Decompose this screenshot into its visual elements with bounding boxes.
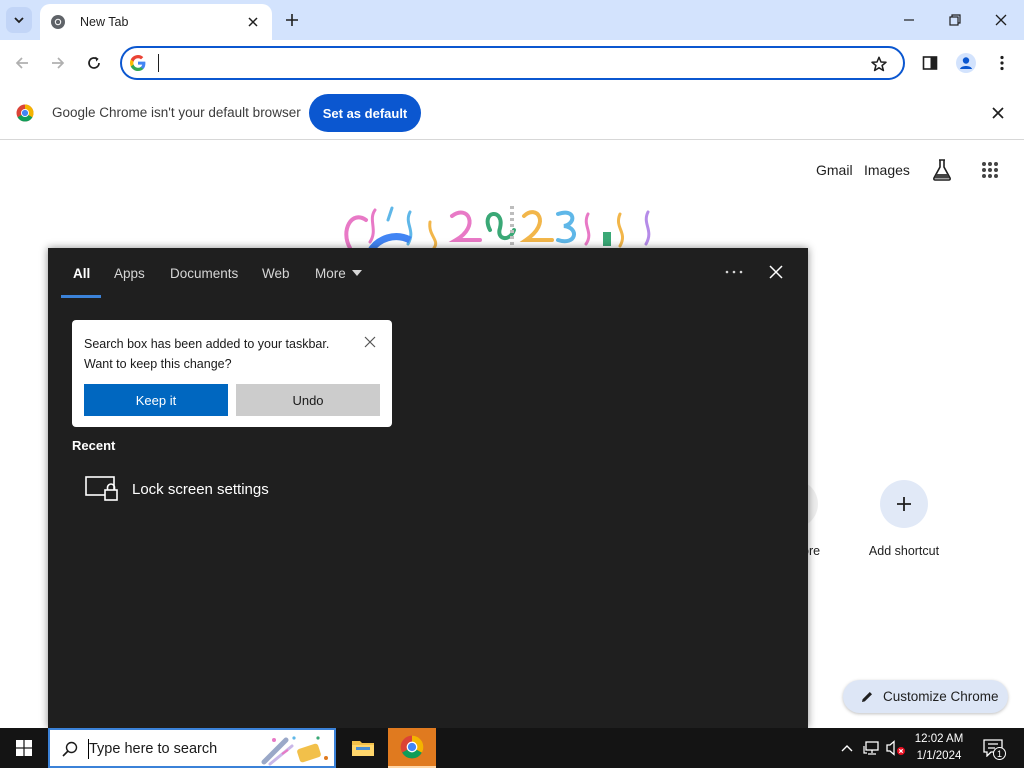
forward-button[interactable]	[45, 50, 71, 76]
tip-line-1: Search box has been added to your taskba…	[84, 337, 330, 351]
caret-down-icon	[351, 270, 362, 277]
tip-line-2: Want to keep this change?	[84, 357, 232, 371]
file-explorer-taskbar-button[interactable]	[339, 728, 387, 768]
search-icon	[60, 739, 80, 759]
taskbar-search-placeholder: Type here to search	[89, 741, 218, 757]
network-tray-button[interactable]	[860, 728, 884, 768]
new-tab-button[interactable]	[281, 9, 303, 31]
infobar-message: Google Chrome isn't your default browser	[52, 105, 301, 120]
restore-button[interactable]	[932, 0, 978, 40]
customize-chrome-button[interactable]: Customize Chrome	[843, 680, 1008, 713]
omnibox[interactable]	[120, 46, 905, 80]
google-doodle-image[interactable]	[330, 200, 670, 252]
recent-item-lock-screen-settings[interactable]: Lock screen settings	[84, 474, 324, 504]
reload-icon	[88, 56, 100, 69]
chevron-up-icon	[841, 745, 853, 752]
minimize-icon	[904, 19, 914, 21]
search-tab-web[interactable]: Web	[262, 266, 290, 281]
chrome-taskbar-button[interactable]	[388, 728, 436, 768]
close-window-button[interactable]	[978, 0, 1024, 40]
images-link[interactable]: Images	[864, 162, 910, 178]
search-tab-all[interactable]: All	[73, 266, 90, 281]
search-tab-more-label: More	[315, 266, 346, 281]
tab-new-tab[interactable]: New Tab	[40, 4, 272, 40]
keep-it-button[interactable]: Keep it	[84, 384, 228, 416]
bookmark-star-icon[interactable]	[869, 54, 889, 74]
tab-title: New Tab	[80, 15, 129, 29]
add-shortcut-label: Add shortcut	[868, 544, 940, 558]
action-center-button[interactable]: 1	[980, 736, 1006, 760]
profile-button[interactable]	[953, 50, 979, 76]
network-icon	[863, 741, 879, 755]
taskbar-clock[interactable]: 12:02 AM 1/1/2024	[902, 731, 976, 765]
back-button[interactable]	[9, 50, 35, 76]
infobar-close-icon[interactable]	[988, 103, 1008, 123]
taskbar-search-box[interactable]: Type here to search	[48, 728, 336, 768]
tab-close-icon[interactable]	[244, 13, 262, 31]
chrome-logo-icon	[400, 735, 424, 759]
lock-screen-settings-icon	[84, 474, 120, 504]
recent-item-label: Lock screen settings	[132, 480, 269, 498]
windows-search-flyout: All Apps Documents Web More Search box h…	[48, 248, 808, 728]
gmail-link[interactable]: Gmail	[816, 162, 853, 178]
clock-date: 1/1/2024	[916, 750, 962, 762]
active-tab-indicator	[61, 295, 101, 298]
pencil-icon	[859, 689, 875, 705]
windows-taskbar: Type here to search 12:02 AM 1/1/2024 1	[0, 728, 1024, 768]
recent-heading: Recent	[72, 438, 116, 453]
plus-icon	[286, 14, 298, 26]
restore-icon	[949, 14, 961, 26]
tab-strip: New Tab	[0, 0, 1024, 40]
default-browser-infobar: Google Chrome isn't your default browser…	[0, 86, 1024, 140]
google-apps-grid-icon[interactable]	[978, 158, 1002, 182]
chrome-logo-icon	[16, 104, 34, 122]
side-panel-button[interactable]	[917, 50, 943, 76]
tip-close-icon[interactable]	[362, 334, 378, 350]
labs-flask-icon[interactable]	[930, 158, 954, 182]
undo-button[interactable]: Undo	[236, 384, 380, 416]
three-dots-vertical-icon	[1000, 55, 1004, 71]
omnibox-input[interactable]	[162, 51, 852, 75]
clock-time: 12:02 AM	[914, 733, 964, 745]
notification-count-badge: 1	[993, 747, 1006, 760]
add-shortcut-button[interactable]	[880, 480, 928, 528]
close-icon	[995, 14, 1007, 26]
set-as-default-button[interactable]: Set as default	[309, 94, 421, 132]
taskbar-search-tip: Search box has been added to your taskba…	[72, 320, 392, 427]
start-button[interactable]	[0, 728, 48, 768]
google-g-icon	[130, 55, 146, 71]
profile-avatar-icon	[956, 53, 976, 73]
arrow-left-icon	[15, 57, 28, 69]
search-tab-more[interactable]: More	[315, 266, 362, 281]
reload-button[interactable]	[81, 50, 107, 76]
chevron-down-icon	[14, 17, 24, 24]
chrome-favicon-icon	[50, 14, 66, 30]
customize-chrome-label: Customize Chrome	[883, 689, 999, 704]
arrow-right-icon	[52, 57, 65, 69]
show-hidden-icons-button[interactable]	[836, 728, 858, 768]
flyout-close-icon[interactable]	[766, 262, 786, 282]
text-caret	[158, 54, 159, 72]
tip-text: Search box has been added to your taskba…	[84, 334, 354, 374]
side-panel-icon	[922, 56, 938, 70]
minimize-button[interactable]	[886, 0, 932, 40]
search-highlight-party-popper-icon	[261, 736, 328, 766]
folder-icon	[352, 741, 374, 756]
more-options-icon[interactable]	[724, 262, 744, 282]
search-tab-apps[interactable]: Apps	[114, 266, 145, 281]
menu-button[interactable]	[989, 50, 1015, 76]
tab-search-button[interactable]	[6, 7, 32, 33]
search-tab-documents[interactable]: Documents	[170, 266, 238, 281]
windows-logo-icon	[16, 740, 32, 756]
plus-icon	[897, 497, 911, 511]
